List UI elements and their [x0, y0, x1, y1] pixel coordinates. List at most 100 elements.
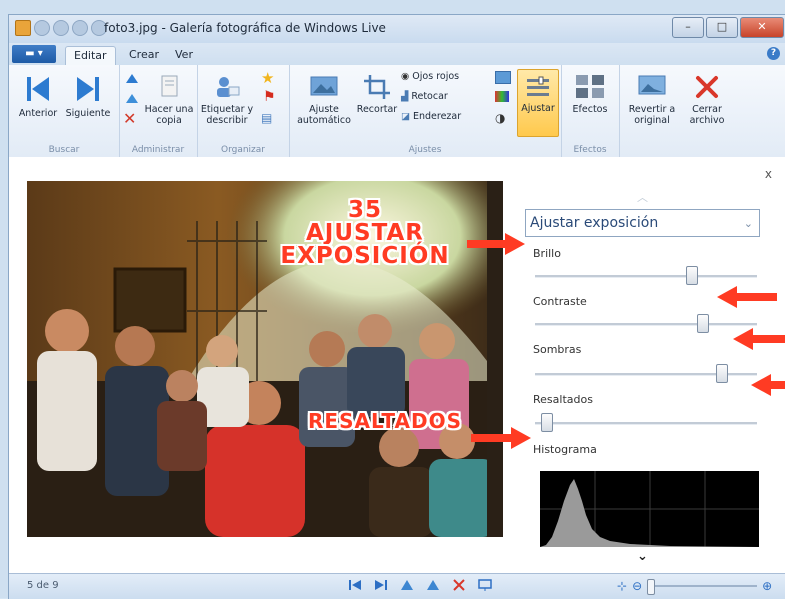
minimize-button[interactable]: – [672, 17, 704, 38]
close-panel-icon[interactable]: x [765, 167, 772, 181]
last-photo-icon[interactable] [374, 579, 388, 591]
next-label: Siguiente [65, 108, 111, 119]
slider-label-contrast: Contraste [533, 295, 587, 308]
close-file-button[interactable]: Cerrar archivo [685, 73, 729, 126]
make-copy-button[interactable]: Hacer una copia [143, 73, 195, 126]
rotate-left-icon[interactable] [124, 71, 140, 87]
tab-editar[interactable]: Editar [65, 46, 116, 66]
app-window: foto3.jpg - Galería fotográfica de Windo… [8, 14, 785, 599]
arrow-to-highlights [471, 427, 531, 449]
straighten-button[interactable]: ◪ Enderezar [401, 111, 461, 122]
tab-ver[interactable]: Ver [167, 46, 201, 65]
expand-down-icon[interactable]: ⌄ [637, 549, 648, 564]
histogram-graph [540, 471, 759, 547]
content-area: 35 AJUSTAR EXPOSICIÓN RESALTADOS x ︿ Aju… [9, 157, 785, 573]
slider-thumb-highlights[interactable] [541, 413, 554, 432]
color-icon[interactable] [495, 71, 511, 84]
next-button[interactable]: Siguiente [63, 73, 113, 119]
tag-describe-label: Etiquetar y describir [200, 104, 254, 126]
adjust-button[interactable]: Ajustar [517, 69, 559, 137]
group-label-organize: Organizar [221, 145, 265, 155]
effects-button[interactable]: Efectos [565, 73, 615, 115]
slider-thumb-shadows[interactable] [715, 364, 728, 383]
retouch-button[interactable]: ▟ Retocar [401, 91, 448, 102]
chevron-down-icon: ⌄ [743, 217, 753, 230]
ribbon: Anterior Siguiente Buscar ✕ Hacer una co… [9, 65, 785, 158]
next-icon [77, 77, 99, 101]
zoom-slider[interactable] [647, 579, 758, 595]
photo-counter: 5 de 9 [27, 580, 59, 591]
zoom-out-icon[interactable]: ⊖ [632, 579, 642, 593]
screen-frame: foto3.jpg - Galería fotográfica de Windo… [0, 0, 785, 599]
close-file-label: Cerrar archivo [689, 104, 725, 126]
delete-icon[interactable]: ✕ [123, 109, 136, 128]
exposure-small-icon[interactable]: ◑ [495, 111, 505, 125]
group-manage: ✕ Hacer una copia Administrar [119, 65, 198, 157]
rotate-right-icon[interactable] [124, 91, 140, 107]
slider-thumb-brightness[interactable] [686, 266, 699, 285]
crop-label: Recortar [356, 104, 398, 115]
highlights-annotation: RESALTADOS [308, 409, 462, 433]
quick-access-toolbar [15, 20, 107, 36]
slider-thumb-contrast[interactable] [696, 314, 709, 333]
rotate-right-status-icon[interactable] [426, 579, 440, 591]
straighten-label: Enderezar [412, 111, 462, 122]
previous-button[interactable]: Anterior [15, 73, 61, 119]
photo-viewer[interactable]: 35 AJUSTAR EXPOSICIÓN RESALTADOS [27, 181, 503, 537]
revert-original-button[interactable]: Revertir a original [625, 73, 679, 126]
slider-label-highlights: Resaltados [533, 393, 593, 406]
redo-icon[interactable] [53, 20, 69, 36]
rotate-left-status-icon[interactable] [400, 579, 414, 591]
group-file: Revertir a original Cerrar archivo [619, 65, 737, 157]
status-nav-controls [348, 579, 492, 591]
undo-icon[interactable] [34, 20, 50, 36]
adjust-label: Ajustar [521, 103, 555, 114]
tag-describe-button[interactable]: Etiquetar y describir [199, 73, 255, 126]
edit-panel: ︿ Ajustar exposición ⌄ Brillo Contraste … [525, 177, 765, 564]
properties-icon[interactable]: ▤ [261, 111, 272, 125]
slider-track-highlights[interactable] [535, 422, 757, 425]
retouch-label: Retocar [411, 91, 448, 102]
refresh-icon[interactable] [72, 20, 88, 36]
zoom-thumb[interactable] [647, 579, 656, 595]
group-label-adjust: Ajustes [408, 145, 442, 155]
adjustment-dropdown[interactable]: Ajustar exposición ⌄ [525, 209, 760, 237]
retouch-icon: ▟ [401, 91, 409, 102]
zoom-in-icon[interactable]: ⊕ [762, 579, 772, 593]
dropdown-value: Ajustar exposición [530, 215, 659, 231]
zoom-controls: ⊹ ⊖ ⊕ [617, 579, 772, 595]
maximize-button[interactable]: □ [706, 17, 738, 38]
group-browse: Anterior Siguiente Buscar [9, 65, 120, 157]
close-window-button[interactable]: ✕ [740, 17, 784, 38]
collapse-up-icon[interactable]: ︿ [637, 189, 648, 205]
group-label-browse: Buscar [48, 145, 80, 155]
delete-status-icon[interactable] [452, 579, 466, 591]
crop-icon [364, 75, 390, 99]
close-file-icon [696, 76, 718, 98]
group-organize: Etiquetar y describir ★ ⚑ ▤ Organizar [197, 65, 290, 157]
crop-button[interactable]: Recortar [355, 73, 399, 115]
red-eye-button[interactable]: ◉ Ojos rojos [401, 71, 459, 82]
flag-icon[interactable]: ⚑ [263, 89, 276, 105]
auto-adjust-icon [310, 76, 338, 96]
first-photo-icon[interactable] [348, 579, 362, 591]
exposure-annotation: EXPOSICIÓN [280, 243, 450, 269]
red-eye-label: Ojos rojos [412, 71, 460, 82]
star-rating-icon[interactable]: ★ [261, 69, 274, 87]
group-effects: Efectos Efectos [561, 65, 620, 157]
slider-track-brightness[interactable] [535, 275, 757, 278]
app-icon[interactable] [15, 20, 31, 36]
revert-icon [638, 75, 666, 95]
auto-adjust-button[interactable]: Ajuste automático [295, 73, 353, 126]
help-icon[interactable]: ? [767, 47, 780, 60]
revert-label: Revertir a original [628, 104, 676, 126]
color-temperature-icon[interactable] [495, 91, 509, 102]
arrow-to-dropdown [467, 233, 525, 255]
slideshow-icon[interactable] [478, 579, 492, 591]
file-menu-button[interactable]: ▬ ▾ [12, 45, 56, 63]
red-eye-icon: ◉ [401, 71, 410, 82]
fit-to-window-icon[interactable]: ⊹ [617, 579, 627, 593]
make-copy-label: Hacer una copia [144, 104, 194, 126]
slider-track-contrast[interactable] [535, 323, 757, 326]
tab-crear[interactable]: Crear [121, 46, 167, 65]
